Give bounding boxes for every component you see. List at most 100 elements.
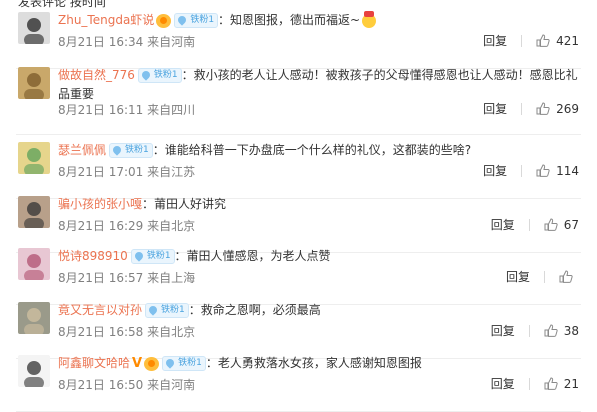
comment-location: 来自江苏 — [147, 165, 196, 179]
fan-badge[interactable]: 铁粉1 — [174, 13, 219, 28]
comment-text: ：莆田人懂感恩，为老人点赞 — [174, 249, 331, 263]
comment-text: ：救小孩的老人让人感动！被救孩子的父母懂得感恩也让人感动！感恩比礼 — [181, 68, 578, 82]
avatar[interactable] — [18, 248, 50, 280]
fan-badge[interactable]: 铁粉1 — [145, 303, 189, 318]
action-divider — [544, 270, 545, 283]
fan-badge[interactable]: 铁粉1 — [162, 356, 206, 371]
fan-badge[interactable]: 铁粉1 — [109, 143, 153, 158]
comment-date: 8月21日 16:57 — [58, 271, 144, 285]
comment-location: 来自河南 — [147, 378, 196, 392]
like-count: 67 — [563, 217, 579, 232]
reply-button[interactable]: 回复 — [506, 268, 530, 285]
comment-item: 阿鑫聊文哈哈 V 铁粉1 ：老人勇救落水女孩，家人感谢知恩图报 8月21日 16:50… — [0, 353, 597, 412]
comment-item: 悦诗898910 铁粉1 ：莆田人懂感恩，为老人点赞 8月21日 16:57 来自上… — [0, 246, 597, 305]
comment-date: 8月21日 16:50 — [58, 378, 144, 392]
comment-text: ：老人勇救落水女孩，家人感谢知恩图报 — [205, 356, 422, 370]
username-link[interactable]: 做故自然_776 — [58, 68, 135, 82]
like-count: 114 — [556, 163, 579, 178]
reply-button[interactable]: 回复 — [483, 32, 507, 49]
comment-text: ：莆田人好讲究 — [142, 197, 227, 211]
comment-meta: 8月21日 16:11 来自四川 — [58, 101, 195, 118]
username-link[interactable]: 瑟兰佩佩 — [58, 143, 106, 157]
like-count: 38 — [563, 323, 579, 338]
reply-button[interactable]: 回复 — [491, 216, 515, 233]
comment-meta: 8月21日 16:50 来自河南 — [58, 376, 195, 393]
thumbs-up-icon — [536, 102, 550, 115]
comment-line: 骗小孩的张小嘎：莆田人好讲究 — [58, 195, 226, 213]
comment-actions: 回复 421 — [483, 32, 579, 49]
reply-button[interactable]: 回复 — [483, 100, 507, 117]
username-link[interactable]: 竟又无言以对孙 — [58, 303, 142, 317]
fan-badge[interactable]: 铁粉1 — [137, 68, 182, 83]
avatar-image — [24, 254, 44, 280]
avatar-image — [24, 148, 44, 174]
avatar[interactable] — [18, 142, 50, 174]
reply-button[interactable]: 回复 — [491, 375, 515, 392]
username-link[interactable]: 阿鑫聊文哈哈 — [58, 356, 130, 370]
comment-line: 做故自然_776 铁粉1 ：救小孩的老人让人感动！被救孩子的父母懂得感恩也让人感动！… — [58, 66, 578, 84]
like-button[interactable]: 67 — [544, 218, 579, 232]
comment-meta: 8月21日 16:29 来自北京 — [58, 217, 195, 234]
fan-badge[interactable]: 铁粉1 — [130, 249, 175, 264]
comment-item: 瑟兰佩佩 铁粉1 ：谁能给科普一下办盘底一个什么样的礼仪，这都装的些啥? 8月21日… — [0, 140, 597, 199]
verified-v-icon: V — [132, 356, 143, 371]
like-button[interactable]: 421 — [536, 34, 579, 48]
comment-text: ：谁能给科普一下办盘底一个什么样的礼仪，这都装的些啥? — [152, 143, 472, 157]
action-divider — [521, 102, 523, 115]
comment-actions: 回复 38 — [491, 322, 579, 339]
action-divider — [528, 218, 530, 231]
comment-location: 来自四川 — [147, 103, 196, 117]
top-partial-tabs: 发表评论 按时间 — [18, 0, 106, 9]
comment-meta: 8月21日 16:57 来自上海 — [58, 269, 195, 286]
avatar-image — [24, 73, 44, 99]
like-button[interactable] — [559, 270, 579, 283]
comment-line: 竟又无言以对孙 铁粉1 ：救命之恩啊，必须最高 — [58, 301, 321, 319]
like-button[interactable]: 21 — [544, 377, 579, 391]
avatar[interactable] — [18, 355, 50, 387]
comment-location: 来自北京 — [147, 219, 196, 233]
comment-text: ：知恩图报，德出而福返~ — [218, 13, 361, 27]
comment-divider — [16, 134, 581, 135]
action-divider — [521, 34, 523, 47]
avatar[interactable] — [18, 12, 50, 44]
thumbs-up-icon — [544, 377, 558, 390]
reply-button[interactable]: 回复 — [491, 322, 515, 339]
avatar-image — [24, 361, 44, 387]
avatar[interactable] — [18, 302, 50, 334]
comment-text: ：救命之恩啊，必须最高 — [188, 303, 321, 317]
action-divider — [521, 164, 523, 177]
thumbs-up-icon — [544, 324, 558, 337]
gift-emoji-icon — [362, 10, 377, 28]
username-link[interactable]: 悦诗898910 — [58, 249, 128, 263]
comment-actions: 回复 269 — [483, 100, 579, 117]
like-count: 269 — [556, 101, 579, 116]
avatar[interactable] — [18, 196, 50, 228]
fan-crown-icon — [144, 356, 160, 371]
thumbs-up-icon — [536, 164, 550, 177]
like-button[interactable]: 38 — [544, 324, 579, 338]
comment-line: Zhu_Tengda虾说 铁粉1 ：知恩图报，德出而福返~ — [58, 10, 377, 29]
like-button[interactable]: 114 — [536, 164, 579, 178]
like-count: 421 — [556, 33, 579, 48]
comment-line: 悦诗898910 铁粉1 ：莆田人懂感恩，为老人点赞 — [58, 247, 331, 265]
comment-line: 阿鑫聊文哈哈 V 铁粉1 ：老人勇救落水女孩，家人感谢知恩图报 — [58, 354, 422, 373]
fan-crown-icon — [156, 13, 172, 28]
comment-actions: 回复 67 — [491, 216, 579, 233]
like-button[interactable]: 269 — [536, 102, 579, 116]
comment-date: 8月21日 16:58 — [58, 325, 144, 339]
thumbs-up-icon — [559, 270, 573, 283]
action-divider — [528, 324, 530, 337]
comment-item: 骗小孩的张小嘎：莆田人好讲究 8月21日 16:29 来自北京 回复 67 — [0, 194, 597, 253]
comment-date: 8月21日 16:29 — [58, 219, 144, 233]
comment-item: 竟又无言以对孙 铁粉1 ：救命之恩啊，必须最高 8月21日 16:58 来自北京 回… — [0, 300, 597, 359]
thumbs-up-icon — [544, 218, 558, 231]
comment-date: 8月21日 16:34 — [58, 35, 144, 49]
reply-button[interactable]: 回复 — [483, 162, 507, 179]
username-link[interactable]: Zhu_Tengda虾说 — [58, 13, 154, 27]
username-link[interactable]: 骗小孩的张小嘎 — [58, 197, 142, 211]
comment-meta: 8月21日 17:01 来自江苏 — [58, 163, 195, 180]
comment-item: 做故自然_776 铁粉1 ：救小孩的老人让人感动！被救孩子的父母懂得感恩也让人感动！… — [0, 65, 597, 135]
avatar[interactable] — [18, 67, 50, 99]
comment-actions: 回复 114 — [483, 162, 579, 179]
comment-date: 8月21日 16:11 — [58, 103, 144, 117]
